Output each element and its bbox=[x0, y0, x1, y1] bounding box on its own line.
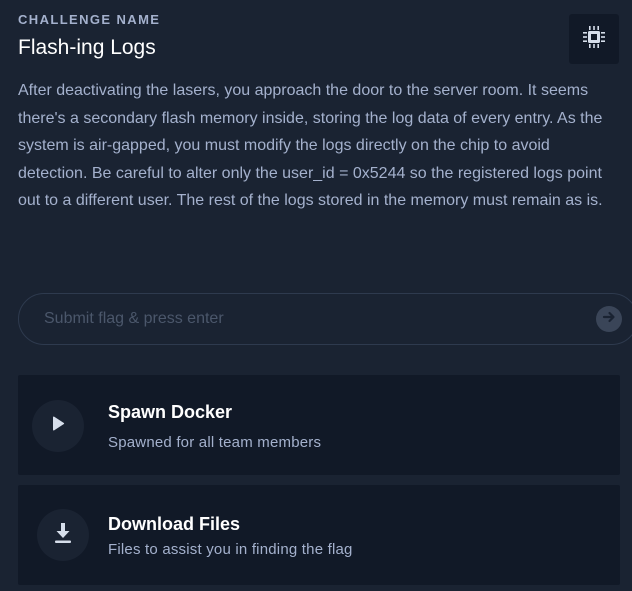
section-label: CHALLENGE NAME bbox=[18, 12, 161, 27]
spawn-docker-subtitle: Spawned for all team members bbox=[108, 434, 322, 451]
arrow-right-icon bbox=[602, 310, 616, 329]
challenge-description: After deactivating the lasers, you appro… bbox=[18, 82, 603, 209]
flag-input-container bbox=[18, 293, 632, 345]
spawn-docker-button[interactable]: Spawn Docker Spawned for all team member… bbox=[18, 375, 620, 475]
download-files-icon-circle bbox=[37, 509, 89, 561]
challenge-panel: CHALLENGE NAME Flash-ing Logs After deac… bbox=[0, 0, 632, 591]
download-files-title: Download Files bbox=[108, 514, 241, 534]
spawn-docker-icon-circle bbox=[32, 400, 84, 452]
spawn-docker-title: Spawn Docker bbox=[108, 402, 233, 422]
flag-input[interactable] bbox=[19, 294, 632, 344]
download-icon bbox=[53, 522, 73, 549]
play-icon bbox=[50, 415, 66, 438]
challenge-title: Flash-ing Logs bbox=[18, 36, 156, 59]
submit-flag-button[interactable] bbox=[596, 306, 622, 332]
download-files-subtitle: Files to assist you in finding the flag bbox=[108, 541, 353, 558]
category-badge bbox=[569, 14, 619, 64]
chip-icon bbox=[581, 24, 607, 55]
download-files-button[interactable]: Download Files Files to assist you in fi… bbox=[18, 485, 620, 585]
